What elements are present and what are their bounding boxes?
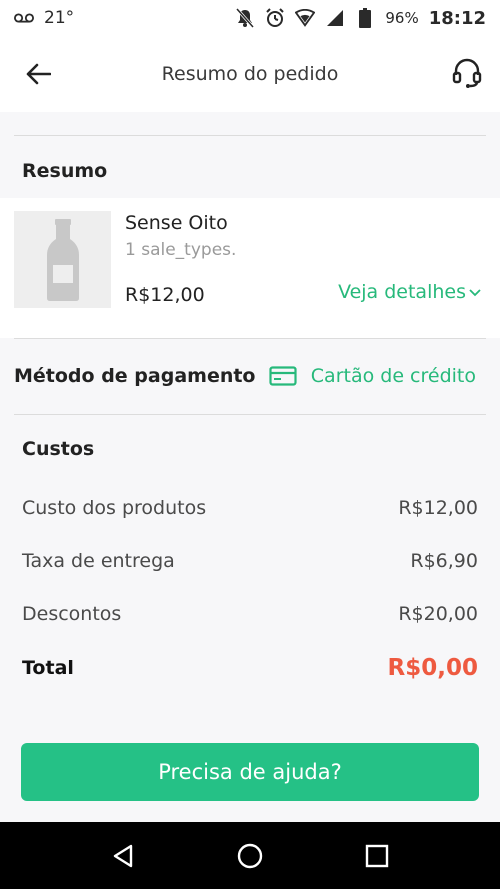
payment-method-text: Cartão de crédito bbox=[310, 365, 476, 387]
clock: 18:12 bbox=[428, 7, 486, 29]
see-details-link[interactable]: Veja detalhes bbox=[338, 281, 482, 303]
battery-icon bbox=[355, 8, 375, 28]
nav-home-button[interactable] bbox=[230, 836, 270, 876]
see-details-label: Veja detalhes bbox=[338, 281, 466, 303]
divider bbox=[14, 414, 486, 415]
nav-back-button[interactable] bbox=[103, 836, 143, 876]
total-value: R$0,00 bbox=[387, 655, 478, 681]
status-bar-right: 96% 18:12 bbox=[235, 8, 486, 29]
product-price: R$12,00 bbox=[125, 284, 205, 306]
cost-row-products: Custo dos produtos R$12,00 bbox=[22, 497, 478, 519]
cost-value: R$20,00 bbox=[398, 603, 478, 625]
battery-percentage: 96% bbox=[385, 9, 419, 27]
headset-icon bbox=[452, 58, 482, 88]
page-title: Resumo do pedido bbox=[161, 63, 339, 85]
product-name: Sense Oito bbox=[125, 212, 228, 234]
bottle-icon bbox=[46, 218, 79, 301]
product-card: Sense Oito 1 sale_types. R$12,00 Veja de… bbox=[0, 198, 500, 338]
divider bbox=[14, 135, 486, 136]
support-button[interactable] bbox=[450, 56, 484, 90]
product-quantity: 1 sale_types. bbox=[125, 240, 237, 260]
credit-card-icon bbox=[269, 366, 297, 386]
cost-row-discounts: Descontos R$20,00 bbox=[22, 603, 478, 625]
alarm-icon bbox=[265, 8, 285, 28]
cost-label: Custo dos produtos bbox=[22, 497, 207, 519]
cost-label: Descontos bbox=[22, 603, 122, 625]
summary-title: Resumo bbox=[22, 160, 108, 182]
status-bar-left: 21° bbox=[14, 8, 74, 28]
circle-home-icon bbox=[237, 843, 263, 868]
costs-title: Custos bbox=[22, 438, 95, 460]
temperature: 21° bbox=[44, 8, 75, 28]
help-button[interactable]: Precisa de ajuda? bbox=[21, 743, 479, 801]
nav-recents-button[interactable] bbox=[357, 836, 397, 876]
square-recents-icon bbox=[365, 844, 388, 867]
voicemail-icon bbox=[14, 8, 34, 28]
bell-off-icon bbox=[235, 8, 255, 28]
cost-row-delivery: Taxa de entrega R$6,90 bbox=[22, 550, 478, 572]
cost-value: R$6,90 bbox=[410, 550, 478, 572]
cost-label: Taxa de entrega bbox=[22, 550, 175, 572]
product-image bbox=[14, 211, 111, 308]
system-nav-bar bbox=[0, 822, 500, 889]
payment-method-row[interactable]: Método de pagamento Cartão de crédito bbox=[0, 338, 500, 414]
back-button[interactable] bbox=[22, 58, 54, 90]
cost-row-total: Total R$0,00 bbox=[22, 655, 478, 681]
wifi-icon bbox=[295, 8, 316, 28]
triangle-back-icon bbox=[114, 844, 133, 867]
total-label: Total bbox=[22, 657, 74, 679]
status-bar: 21° 96% 18:12 bbox=[0, 0, 500, 36]
signal-icon bbox=[325, 8, 345, 28]
payment-method-value: Cartão de crédito bbox=[269, 365, 476, 387]
app-header: Resumo do pedido bbox=[0, 36, 500, 112]
arrow-left-icon bbox=[26, 63, 51, 85]
chevron-down-icon bbox=[469, 289, 481, 297]
payment-method-label: Método de pagamento bbox=[14, 365, 256, 387]
cost-value: R$12,00 bbox=[398, 497, 478, 519]
